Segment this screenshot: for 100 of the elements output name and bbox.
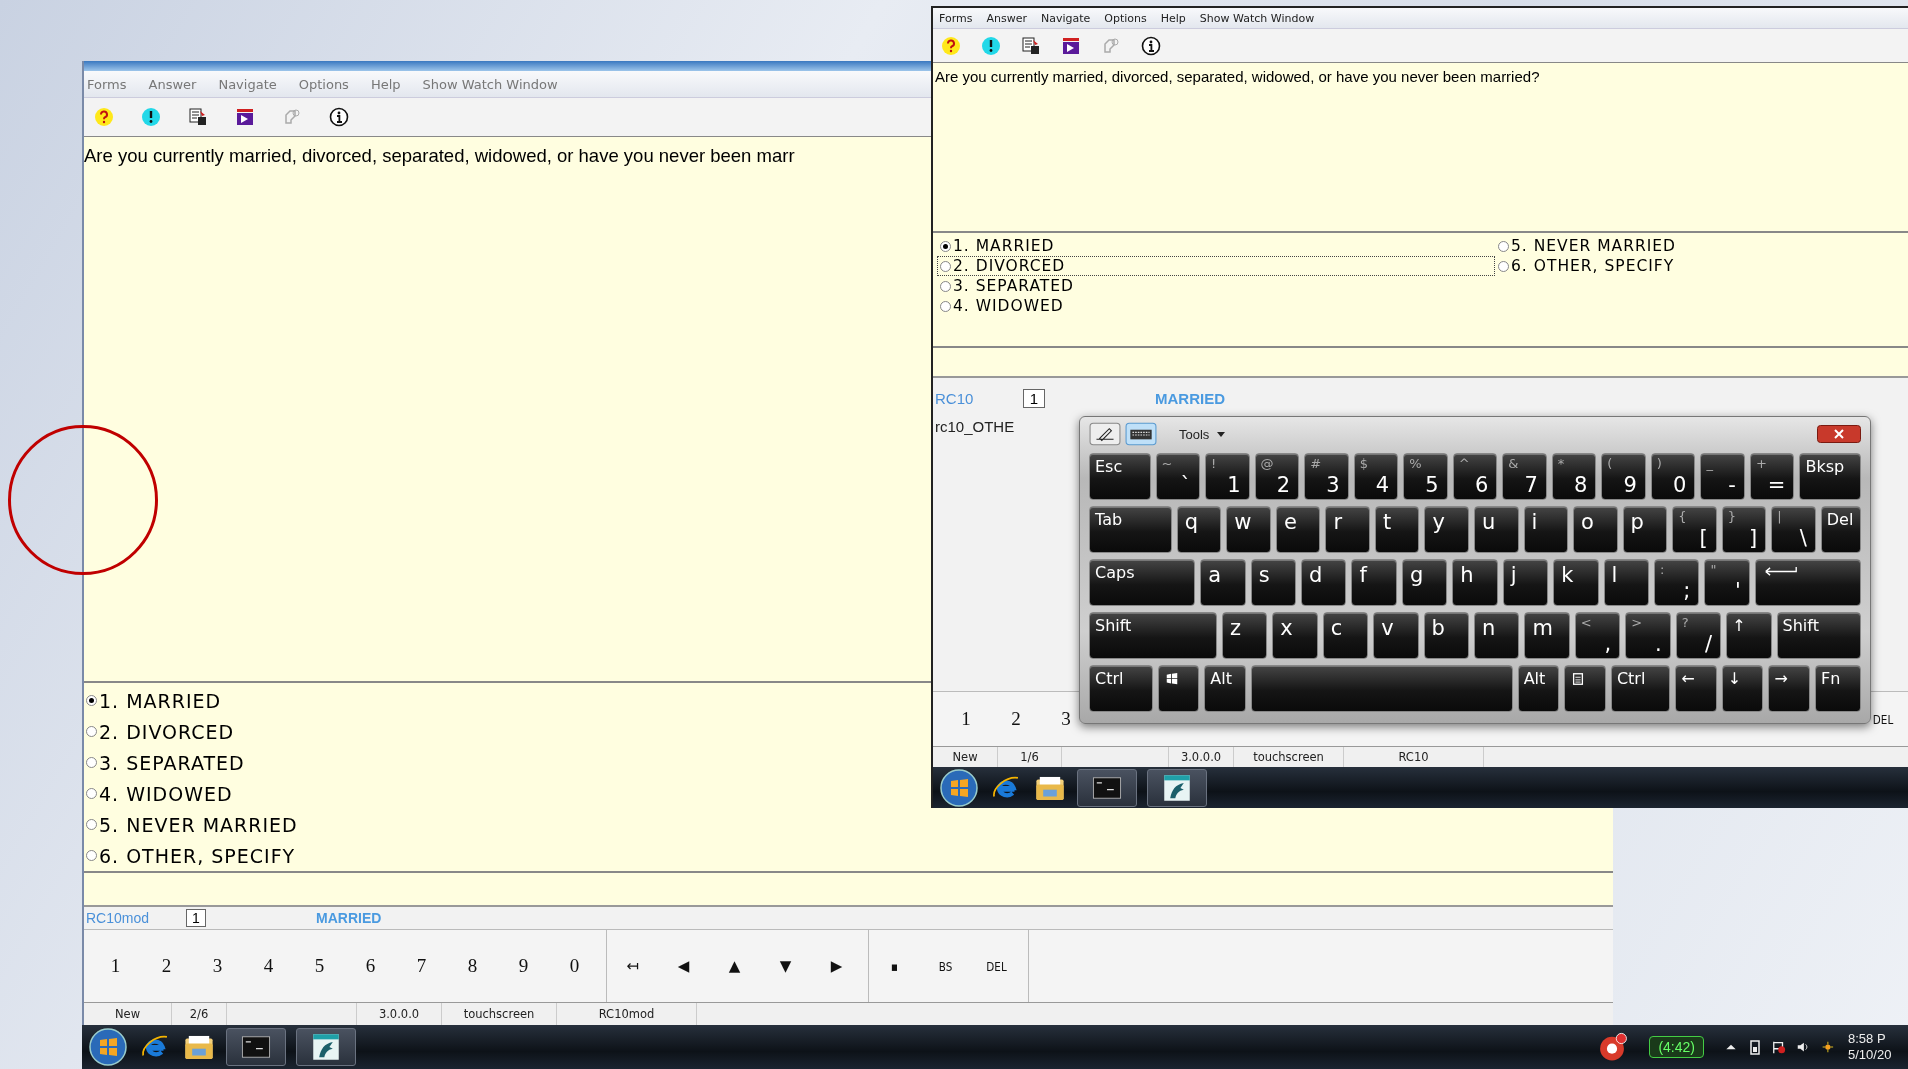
answer-option[interactable]: 5. NEVER MARRIED [1511, 237, 1676, 255]
keyboard-key[interactable]: Alt [1517, 665, 1560, 712]
keyboard-key[interactable]: w [1226, 506, 1271, 553]
command-prompt-button[interactable] [1077, 768, 1137, 807]
document-icon[interactable] [1021, 35, 1041, 56]
keypad-key[interactable]: 8 [447, 930, 498, 1002]
keyboard-key[interactable]: ^ 6 [1452, 453, 1498, 500]
answer-option[interactable]: 1. MARRIED [99, 689, 222, 712]
survey-app-button[interactable] [296, 1028, 356, 1066]
keyboard-key[interactable]: ↓ [1721, 665, 1764, 712]
keypad-key[interactable]: ▼ [760, 930, 811, 1002]
keyboard-key[interactable]: r [1325, 506, 1370, 553]
menu-item[interactable]: Show Watch Window [422, 76, 558, 92]
flag-icon[interactable] [1772, 1039, 1786, 1055]
keyboard-key[interactable]: c [1322, 612, 1369, 659]
keypad-key[interactable]: ▶ [811, 930, 862, 1002]
radio-button[interactable] [940, 260, 951, 272]
help-icon[interactable] [94, 107, 114, 127]
start-button[interactable] [88, 1027, 128, 1067]
keyboard-key[interactable]: # 3 [1304, 453, 1349, 500]
menu-item[interactable]: Answer [986, 11, 1027, 25]
keyboard-key[interactable]: ! 1 [1205, 453, 1250, 500]
keyboard-key[interactable]: " ' [1704, 559, 1750, 606]
radio-button[interactable] [86, 757, 97, 768]
keyboard-key[interactable]: → [1768, 665, 1810, 712]
keyboard-key[interactable]: < , [1574, 612, 1621, 659]
radio-button[interactable] [940, 300, 951, 312]
keyboard-key[interactable]: ← [1675, 665, 1717, 712]
keypad-key[interactable]: BS [925, 930, 966, 1002]
keyboard-key[interactable]: ( 9 [1601, 453, 1646, 500]
keyboard-key[interactable]: @ 2 [1254, 453, 1300, 500]
answer-option[interactable]: 1. MARRIED [953, 237, 1055, 255]
keyboard-key[interactable]: l [1603, 559, 1649, 606]
keyboard-key[interactable]: _ - [1700, 453, 1745, 500]
keyboard-key[interactable]: Ctrl [1610, 665, 1671, 712]
keyboard-key[interactable]: o [1573, 506, 1618, 553]
survey-app-button[interactable] [1147, 768, 1207, 807]
keyboard-key[interactable]: ↑ [1726, 612, 1772, 659]
keyboard-key[interactable] [1564, 665, 1606, 712]
keyboard-key[interactable] [1754, 559, 1862, 606]
answer-option[interactable]: 5. NEVER MARRIED [99, 813, 298, 836]
keypad-key[interactable]: ▲ [709, 930, 760, 1002]
keyboard-key[interactable]: Alt [1204, 665, 1246, 712]
battery-timer[interactable]: (4:42) [1649, 1036, 1704, 1058]
radio-button[interactable] [86, 788, 97, 799]
keyboard-key[interactable]: { [ [1672, 506, 1717, 553]
keyboard-key[interactable]: t [1374, 506, 1420, 553]
keypad-key[interactable]: ↤ [607, 930, 658, 1002]
keyboard-key[interactable] [1157, 665, 1200, 712]
keyboard-key[interactable]: ) 0 [1650, 453, 1696, 500]
keyboard-key[interactable]: a [1200, 559, 1246, 606]
answer-option[interactable]: 3. SEPARATED [953, 277, 1075, 295]
info-icon[interactable] [329, 107, 349, 127]
keyboard-key[interactable]: Del [1820, 506, 1861, 553]
menu-item[interactable]: Help [370, 76, 401, 92]
keypad-key[interactable]: 0 [549, 930, 600, 1002]
keyboard-key[interactable]: Shift [1089, 612, 1217, 659]
keypad-key[interactable]: ◀ [658, 930, 709, 1002]
keyboard-key[interactable]: e [1275, 506, 1321, 553]
pen-icon[interactable] [1089, 422, 1121, 446]
keyboard-key[interactable]: + = [1749, 453, 1795, 500]
menu-item[interactable]: Navigate [218, 76, 277, 92]
answer-field[interactable]: 1 [186, 909, 206, 927]
keyboard-key[interactable]: i [1523, 506, 1569, 553]
radio-button[interactable] [86, 726, 97, 737]
keypad-key[interactable]: 7 [396, 930, 447, 1002]
keypad-key[interactable]: 2 [991, 692, 1041, 746]
keyboard-key[interactable]: Esc [1089, 453, 1151, 500]
keyboard-key[interactable]: y [1424, 506, 1469, 553]
radio-button[interactable] [86, 850, 97, 861]
keyboard-key[interactable]: ~ ` [1155, 453, 1201, 500]
sparkle-icon[interactable] [1820, 1039, 1834, 1055]
battery-icon[interactable] [1748, 1039, 1762, 1055]
keypad-key[interactable]: DEL [976, 930, 1017, 1002]
answer-option[interactable]: 3. SEPARATED [99, 751, 245, 774]
answer-option[interactable]: 4. WIDOWED [99, 782, 233, 805]
radio-button[interactable] [1498, 260, 1509, 272]
answer-option[interactable]: 2. DIVORCED [99, 720, 235, 743]
answer-field[interactable]: 1 [1023, 388, 1045, 408]
keyboard-key[interactable]: d [1301, 559, 1347, 606]
keypad-key[interactable]: 3 [192, 930, 243, 1002]
keyboard-key[interactable]: % 5 [1403, 453, 1448, 500]
jump-icon[interactable] [235, 107, 255, 127]
keyboard-key[interactable]: Bksp [1799, 453, 1861, 500]
command-prompt-button[interactable] [226, 1028, 286, 1066]
keyboard-key[interactable]: q [1176, 506, 1222, 553]
keypad-key[interactable]: 9 [498, 930, 549, 1002]
keyboard-key[interactable]: b [1423, 612, 1469, 659]
alert-icon[interactable] [141, 107, 161, 127]
radio-button[interactable] [86, 695, 97, 706]
menu-item[interactable]: Navigate [1040, 11, 1091, 25]
keyboard-key[interactable]: Ctrl [1089, 665, 1153, 712]
radio-button[interactable] [940, 240, 951, 252]
alert-icon[interactable] [981, 35, 1001, 56]
help-icon[interactable] [941, 35, 961, 56]
keyboard-key[interactable]: u [1474, 506, 1519, 553]
keyboard-key[interactable]: v [1373, 612, 1419, 659]
keyboard-key[interactable]: p [1622, 506, 1668, 553]
keypad-key[interactable]: 4 [243, 930, 294, 1002]
keypad-key[interactable]: ▪ [874, 930, 915, 1002]
